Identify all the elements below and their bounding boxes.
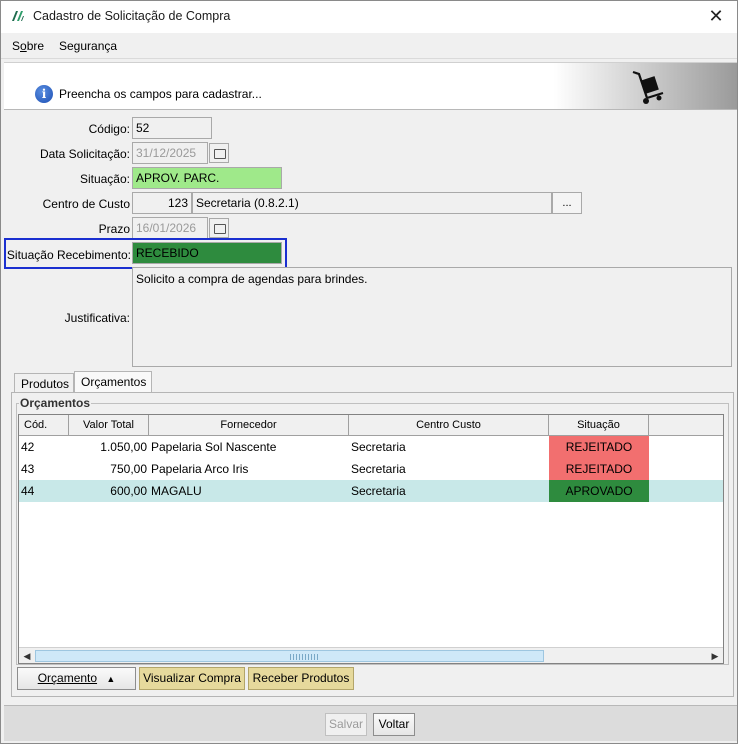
codigo-field[interactable]: 52 xyxy=(132,117,212,139)
cell-valor: 600,00 xyxy=(110,484,147,498)
cell-situacao: REJEITADO xyxy=(549,458,649,480)
cell-fornecedor: Papelaria Arco Iris xyxy=(151,462,249,476)
column-header-centro[interactable]: Centro Custo xyxy=(349,415,549,435)
voltar-button[interactable]: Voltar xyxy=(373,713,415,736)
grid-header: Cód. Valor Total Fornecedor Centro Custo… xyxy=(19,415,723,436)
table-row[interactable]: 44 600,00 MAGALU Secretaria APROVADO xyxy=(19,480,723,502)
header-message: Preencha os campos para cadastrar... xyxy=(59,87,262,101)
orcamentos-grid[interactable]: Cód. Valor Total Fornecedor Centro Custo… xyxy=(18,414,724,664)
centro-custo-name-field: Secretaria (0.8.2.1) xyxy=(192,192,552,214)
salvar-button[interactable]: Salvar xyxy=(325,713,367,736)
app-logo-icon xyxy=(12,11,24,21)
orcamento-button-label: Orçamento xyxy=(37,671,98,685)
scroll-left-icon[interactable]: ◀ xyxy=(21,650,33,662)
highlight-box xyxy=(4,238,287,269)
hand-truck-icon xyxy=(632,70,664,104)
justificativa-textarea[interactable]: Solicito a compra de agendas para brinde… xyxy=(132,267,732,367)
close-icon[interactable]: ✕ xyxy=(705,5,727,27)
calendar-icon[interactable] xyxy=(209,218,229,238)
cell-valor: 1.050,00 xyxy=(100,440,147,454)
cell-centro: Secretaria xyxy=(351,484,406,498)
data-solicitacao-field[interactable]: 31/12/2025 xyxy=(132,142,208,164)
cell-situacao: REJEITADO xyxy=(549,436,649,458)
menu-seguranca[interactable]: Segurança xyxy=(59,39,117,53)
window-title: Cadastro de Solicitação de Compra xyxy=(33,9,231,23)
cell-fornecedor: Papelaria Sol Nascente xyxy=(151,440,277,454)
title-bar: Cadastro de Solicitação de Compra ✕ xyxy=(1,1,737,33)
centro-custo-lookup-button[interactable]: ... xyxy=(552,192,582,214)
situacao-field: APROV. PARC. xyxy=(132,167,282,189)
orcamentos-panel: Orçamentos Cód. Valor Total Fornecedor C… xyxy=(11,392,734,697)
caret-up-icon: ▲ xyxy=(106,674,116,684)
orcamento-menu-button[interactable]: Orçamento ▲ xyxy=(17,667,136,690)
column-header-situacao[interactable]: Situação xyxy=(549,415,649,435)
centro-custo-label: Centro de Custo xyxy=(42,197,130,211)
cell-cod: 43 xyxy=(21,462,35,476)
cell-situacao: APROVADO xyxy=(549,480,649,502)
codigo-label: Código: xyxy=(88,122,130,136)
horizontal-scrollbar[interactable]: ◀ ▶ xyxy=(19,647,723,663)
receber-produtos-button[interactable]: Receber Produtos xyxy=(248,667,354,690)
cell-fornecedor: MAGALU xyxy=(151,484,202,498)
tab-orcamentos[interactable]: Orçamentos xyxy=(74,371,152,393)
orcamentos-group-label: Orçamentos xyxy=(19,396,92,410)
info-icon: i xyxy=(35,85,53,103)
header-panel: i Preencha os campos para cadastrar... xyxy=(4,62,737,110)
table-row[interactable]: 43 750,00 Papelaria Arco Iris Secretaria… xyxy=(19,458,723,480)
justificativa-label: Justificativa: xyxy=(64,311,130,325)
centro-custo-code-field[interactable]: 123 xyxy=(132,192,192,214)
cell-centro: Secretaria xyxy=(351,440,406,454)
form-area: Código: 52 Data Solicitação: 31/12/2025 … xyxy=(4,111,737,369)
menu-bar: Sobre Segurança xyxy=(1,33,737,59)
cell-cod: 44 xyxy=(21,484,35,498)
cell-cod: 42 xyxy=(21,440,35,454)
column-header-cod[interactable]: Cód. xyxy=(19,415,69,435)
scroll-right-icon[interactable]: ▶ xyxy=(709,650,721,662)
visualizar-compra-button[interactable]: Visualizar Compra xyxy=(139,667,245,690)
tab-produtos[interactable]: Produtos xyxy=(14,373,74,393)
table-row[interactable]: 42 1.050,00 Papelaria Sol Nascente Secre… xyxy=(19,436,723,458)
main-window: Cadastro de Solicitação de Compra ✕ Sobr… xyxy=(0,0,738,744)
column-header-fornecedor[interactable]: Fornecedor xyxy=(149,415,349,435)
prazo-label: Prazo xyxy=(98,222,130,236)
scroll-thumb[interactable] xyxy=(35,650,544,662)
situacao-label: Situação: xyxy=(79,172,130,186)
footer-bar: Salvar Voltar xyxy=(4,705,737,741)
menu-sobre[interactable]: Sobre xyxy=(12,39,44,53)
column-header-valor[interactable]: Valor Total xyxy=(69,415,149,435)
calendar-icon[interactable] xyxy=(209,143,229,163)
cell-centro: Secretaria xyxy=(351,462,406,476)
prazo-field[interactable]: 16/01/2026 xyxy=(132,217,208,239)
data-solicitacao-label: Data Solicitação: xyxy=(39,147,130,161)
cell-valor: 750,00 xyxy=(110,462,147,476)
